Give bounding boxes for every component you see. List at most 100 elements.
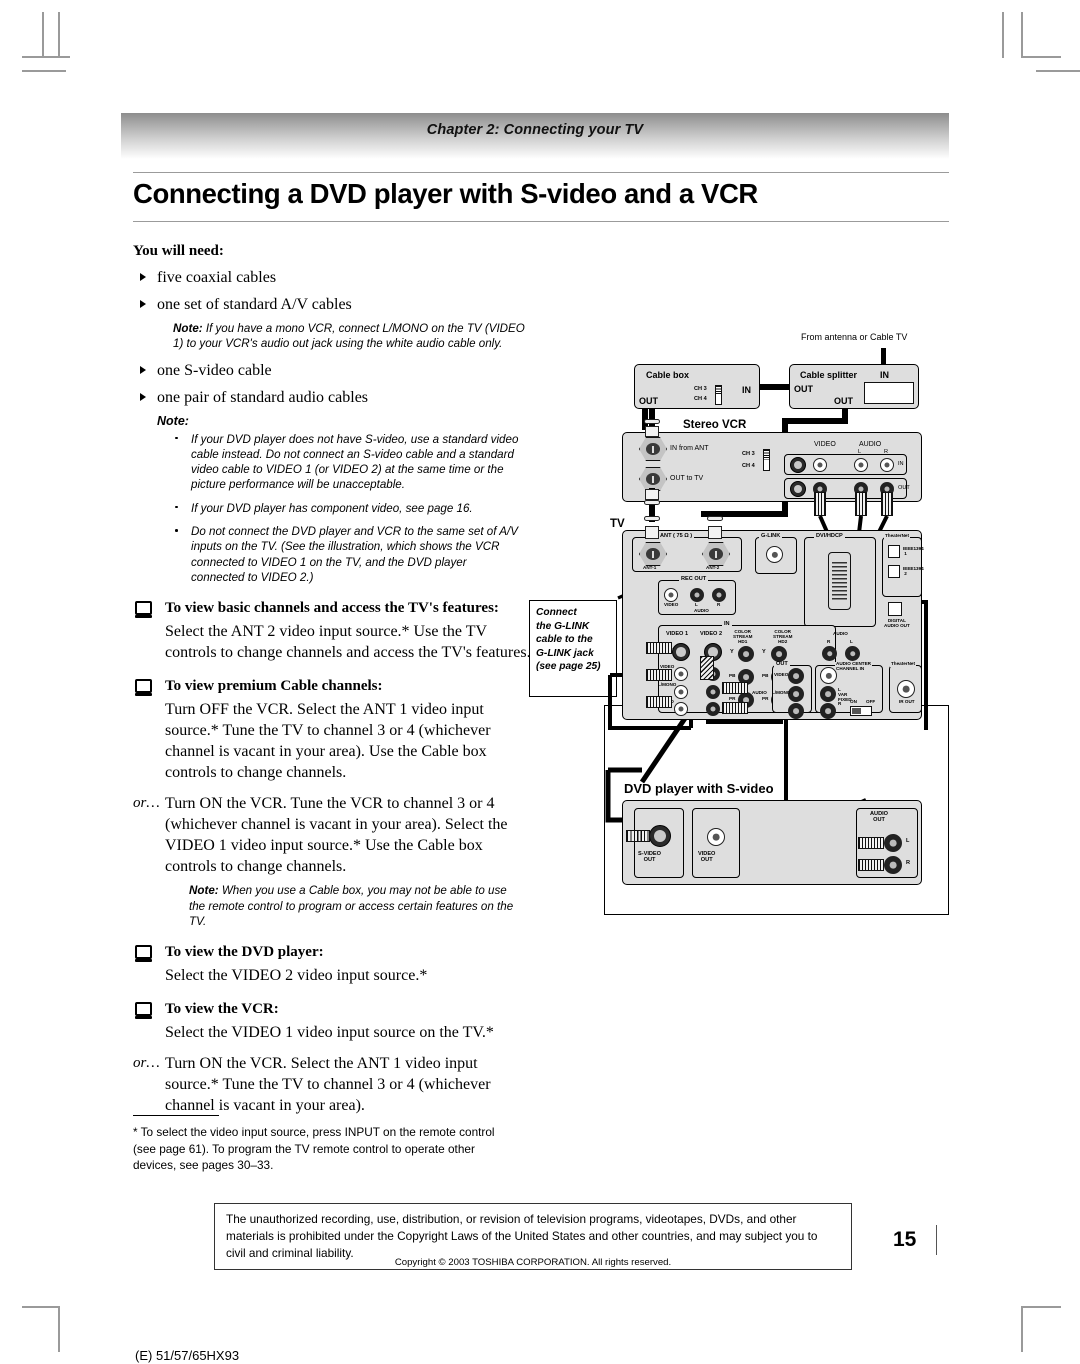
tv-dvi-audio-r-jack[interactable] — [822, 646, 837, 661]
tv-audio-center-r-jack[interactable] — [820, 703, 836, 719]
tv-video1-mono-caption: L/MONO — [658, 682, 677, 687]
footnote-line-3: devices, see pages 30–33. — [133, 1158, 274, 1172]
tv-video2-audio-r-jack[interactable] — [706, 702, 720, 716]
tv-dvi-audio-l-jack[interactable] — [845, 646, 860, 661]
list-item-label: If your DVD player has component video, … — [191, 501, 473, 515]
tv-glink-jack[interactable] — [766, 546, 783, 563]
cable-box-channel-switch[interactable] — [715, 385, 722, 405]
vcr-channel-switch[interactable] — [763, 449, 770, 471]
tv-audio-center-in-jack[interactable] — [820, 667, 837, 684]
needs-list-part2: one S-video cable one pair of standard a… — [133, 360, 533, 409]
tv-in-label: IN — [722, 621, 732, 628]
list-item: one pair of standard audio cables — [133, 387, 533, 409]
note-text: If you have a mono VCR, connect L/MONO o… — [173, 322, 525, 351]
alternate-instruction: or… Turn ON the VCR. Select the ANT 1 vi… — [133, 1053, 533, 1116]
tv-rec-out-audio-r-jack[interactable] — [712, 588, 726, 602]
list-item: If your DVD player has component video, … — [173, 501, 521, 516]
tv-cs2-y-jack[interactable] — [771, 646, 787, 662]
list-item: one set of standard A/V cables — [133, 294, 533, 316]
vcr-title: Stereo VCR — [683, 419, 747, 431]
vcr-in-audio-r-jack[interactable] — [880, 458, 894, 472]
tv-out-video-jack[interactable] — [788, 668, 804, 684]
note-bullet-list: If your DVD player does not have S-video… — [133, 432, 533, 586]
svideo-plug-tv-video2 — [700, 656, 714, 680]
crop-mark-tr-h3 — [1036, 70, 1080, 73]
tv-audio-center-l-jack[interactable] — [820, 686, 836, 702]
dot-bullet-icon — [175, 436, 178, 440]
tv-dvi-pin-field — [832, 562, 847, 600]
vcr-in-audio-l-jack[interactable] — [854, 458, 868, 472]
tv-monitor-icon — [135, 679, 152, 697]
note-label: Note: — [189, 884, 219, 898]
tv-video1-svideo-jack[interactable] — [672, 643, 690, 661]
coax-barrel-vcr-in — [645, 426, 659, 437]
dot-bullet-icon — [175, 529, 178, 532]
coax-ferrule-tv-ant1 — [644, 516, 660, 521]
rca-plug-vcr-video — [814, 492, 826, 516]
rca-plug-vcr-audio-l — [855, 492, 867, 516]
footer-model-code: (E) 51/57/65HX93 — [135, 1348, 240, 1363]
tv-video1-video-jack[interactable] — [674, 667, 688, 681]
tv-out-audio-l-jack[interactable] — [788, 686, 804, 702]
dvd-title: DVD player with S-video — [624, 781, 774, 796]
vcr-out-svideo-jack[interactable] — [790, 481, 806, 497]
dvd-audio-out-label: AUDIO OUT — [870, 811, 889, 823]
rca-plug-tv-video1-video — [646, 642, 672, 654]
dvd-video-out-jack[interactable] — [707, 828, 725, 846]
tv-ieee1394-1-port[interactable] — [888, 545, 900, 558]
crop-mark-br-v — [1021, 1306, 1024, 1352]
tv-title: TV — [610, 518, 625, 530]
antenna-source-label: From antenna or Cable TV — [801, 332, 908, 342]
rca-plug-tv-video1-audio — [646, 696, 672, 708]
vcr-in-video-jack[interactable] — [813, 458, 827, 472]
tv-video2-audio-l-jack[interactable] — [706, 685, 720, 699]
alternate-instruction-text: Turn ON the VCR. Tune the VCR to channel… — [165, 795, 508, 876]
dvd-svideo-out-jack[interactable] — [649, 825, 671, 847]
dvd-audio-out-l-jack[interactable] — [884, 834, 902, 852]
crop-mark-tl-v2 — [58, 12, 61, 58]
tv-out-mono-label: L/MONO — [772, 690, 791, 695]
dvd-audio-out-r-label: R — [906, 860, 911, 866]
tv-rec-out-video-jack[interactable] — [664, 588, 678, 602]
tv-ieee1394-2-port[interactable] — [888, 565, 900, 578]
tv-on-off-switch-knob[interactable] — [852, 708, 861, 714]
tv-out-audio-r-jack[interactable] — [788, 703, 804, 719]
section-heading: To view the DVD player: — [133, 943, 533, 963]
tv-video1-audio-r-jack[interactable] — [674, 702, 688, 716]
tv-video2-label: VIDEO 2 — [700, 631, 723, 637]
section-body: Select the VIDEO 1 video input source on… — [165, 1024, 494, 1042]
tv-rec-out-r-label: R — [717, 602, 721, 607]
section-heading-label: To view basic channels and access the TV… — [165, 600, 499, 617]
tv-cs1-y-jack[interactable] — [738, 646, 754, 662]
tv-ir-out-jack[interactable] — [897, 680, 915, 698]
tv-ir-out-label: IR OUT — [899, 699, 915, 704]
alternate-instruction-text: Turn ON the VCR. Select the ANT 1 video … — [165, 1055, 491, 1115]
tv-rec-out-audio-l-jack[interactable] — [690, 588, 704, 602]
footnote-divider — [133, 1115, 219, 1117]
tv-digital-audio-out-port[interactable] — [888, 602, 902, 616]
tv-ieee1394-2-label: IEEE1394 2 — [903, 566, 924, 576]
crop-mark-tl-h2 — [22, 56, 60, 59]
cable-splitter-in-label: IN — [880, 370, 889, 380]
coax-barrel-tv-ant1 — [645, 526, 659, 539]
dvd-video-out-label: VIDEO OUT — [698, 851, 716, 863]
list-item: If your DVD player does not have S-video… — [173, 432, 521, 493]
rca-plug-dvd-audio-r — [858, 859, 884, 871]
connection-diagram: From antenna or Cable TV Cable box IN OU… — [596, 330, 956, 916]
page-number: 15 — [893, 1228, 917, 1251]
crop-mark-tr-h — [1021, 56, 1061, 59]
triangle-bullet-icon — [140, 365, 146, 374]
section-heading-label: To view premium Cable channels: — [165, 678, 383, 695]
section-heading: To view the VCR: — [133, 1000, 533, 1020]
tv-theaternet-label: TheaterNet — [884, 533, 910, 539]
tv-monitor-icon — [135, 601, 152, 619]
section-basic-channels: To view basic channels and access the TV… — [133, 599, 533, 663]
vcr-in-from-ant-label: IN from ANT — [670, 445, 709, 452]
tv-on-label: ON — [850, 699, 857, 704]
triangle-bullet-icon — [140, 300, 146, 308]
section-heading: To view basic channels and access the TV… — [133, 599, 533, 619]
dvd-audio-out-r-jack[interactable] — [884, 856, 902, 874]
coax-ferrule-tv-ant2 — [707, 516, 723, 521]
vcr-in-svideo-jack[interactable] — [790, 457, 806, 473]
tv-off-label: OFF — [866, 699, 876, 704]
